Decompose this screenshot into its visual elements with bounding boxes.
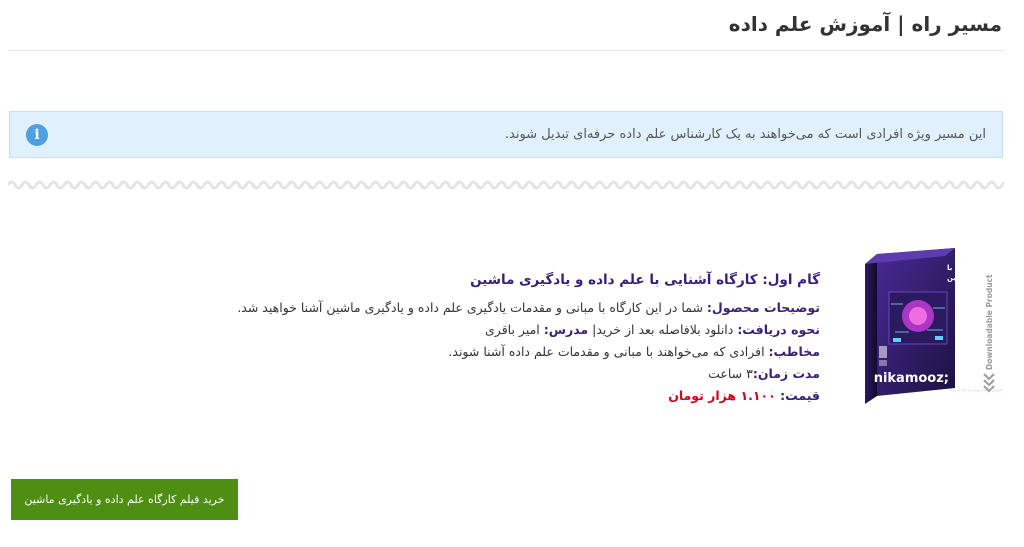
page-title: مسیر راه | آموزش علم داده	[728, 12, 1002, 36]
downloadable-product-label: Downloadable Product	[985, 274, 994, 370]
description-label: توضیحات محصول:	[706, 300, 820, 315]
delivery-row: نحوه دریافت: دانلود بلافاصله بعد از خرید…	[250, 319, 820, 341]
step-title: گام اول: کارگاه آشنایی با علم داده و یاد…	[470, 272, 820, 288]
brand-logo-text: nikamooz;	[874, 371, 949, 386]
info-icon: i	[26, 124, 48, 146]
info-box: این مسیر ویژه افرادی است که می‌خواهند به…	[9, 111, 1003, 158]
wave-divider	[8, 180, 1004, 190]
duration-label: مدت زمان:	[752, 366, 820, 381]
audience-row: مخاطب: افرادی که می‌خواهند با مبانی و مق…	[250, 341, 820, 363]
description-value: شما در این کارگاه با مبانی و مقدمات یادگ…	[237, 300, 707, 315]
page-header: مسیر راه | آموزش علم داده	[8, 0, 1004, 51]
teacher-label: مدرس:	[543, 322, 589, 337]
product-box-image: فیلم کارگاه آشنایی با علم داده و یادگیری…	[865, 248, 1005, 404]
duration-row: مدت زمان:۳ ساعت	[250, 363, 820, 385]
duration-value: ۳ ساعت	[708, 366, 753, 381]
audience-label: مخاطب:	[768, 344, 820, 359]
description-row: توضیحات محصول: شما در این کارگاه با مبان…	[237, 297, 820, 319]
box-title-line2: علم داده و یادگیری ماشین	[947, 273, 1005, 282]
audience-value: افرادی که می‌خواهند با مبانی و مقدمات عل…	[448, 344, 769, 359]
price-value: ۱.۱۰۰ هزار تومان	[668, 388, 776, 403]
price-label: قیمت:	[775, 388, 820, 403]
brain-graphic	[888, 291, 948, 345]
box-title-line1: فیلم کارگاه آشنایی با	[947, 263, 1005, 272]
delivery-label: نحوه دریافت:	[737, 322, 820, 337]
product-info: گام اول: کارگاه آشنایی با علم داده و یاد…	[237, 272, 820, 407]
brand-tagline: آموزش برنامه نویسی و طراحی وب	[949, 387, 1004, 392]
price-row: قیمت: ۱.۱۰۰ هزار تومان	[250, 385, 820, 407]
delivery-value: دانلود بلافاصله بعد از خرید|	[588, 322, 738, 337]
info-text: این مسیر ویژه افرادی است که می‌خواهند به…	[504, 127, 986, 142]
teacher-value: امیر باقری	[485, 322, 544, 337]
buy-button[interactable]: خرید فیلم کارگاه علم داده و یادگیری ماشی…	[11, 479, 238, 520]
